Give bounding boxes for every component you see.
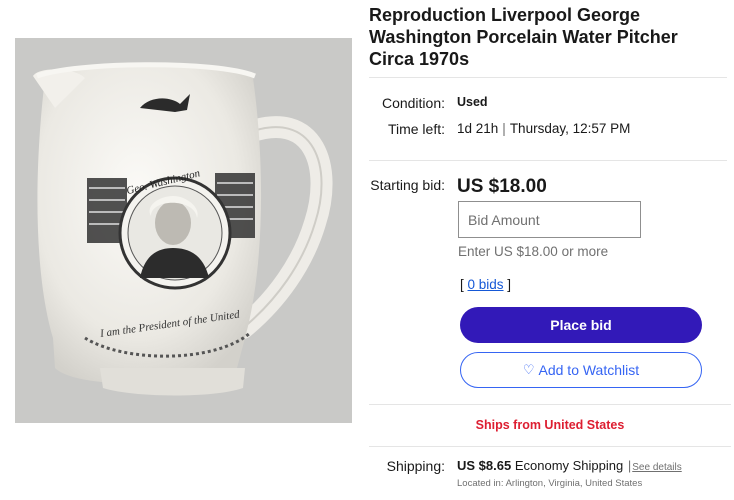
separator: | xyxy=(627,458,632,473)
starting-price: US $18.00 xyxy=(457,176,547,197)
bids-link[interactable]: 0 bids xyxy=(468,277,504,292)
shipping-method: Economy Shipping xyxy=(514,458,624,473)
time-remaining: 1d 21h xyxy=(457,121,499,136)
bid-amount-input[interactable] xyxy=(458,201,641,238)
item-location: Located in: Arlington, Virginia, United … xyxy=(457,478,643,489)
bid-hint: Enter US $18.00 or more xyxy=(458,244,609,259)
listing-panel: Reproduction Liverpool George Washington… xyxy=(369,0,731,500)
product-image[interactable]: Geo. Washington I am the President of th… xyxy=(15,38,352,423)
add-to-watchlist-button[interactable]: ♡ Add to Watchlist xyxy=(460,352,702,388)
shipping-label: Shipping: xyxy=(386,458,445,474)
condition-value: Used xyxy=(457,95,488,109)
heart-icon: ♡ xyxy=(522,362,535,377)
time-left-value: 1d 21h | Thursday, 12:57 PM xyxy=(457,121,630,136)
auction-end-time: Thursday, 12:57 PM xyxy=(509,121,631,136)
ships-from-notice: Ships from United States xyxy=(475,418,625,432)
listing-title: Reproduction Liverpool George Washington… xyxy=(369,5,678,69)
shipping-cost: US $8.65 xyxy=(457,458,512,473)
pitcher-illustration: Geo. Washington I am the President of th… xyxy=(15,38,352,423)
bid-count: [ 0 bids ] xyxy=(460,277,512,292)
see-details-link[interactable]: See details xyxy=(632,462,681,473)
time-left-label: Time left: xyxy=(387,121,445,137)
divider xyxy=(369,160,727,161)
divider xyxy=(369,446,731,447)
divider xyxy=(369,404,731,405)
shipping-info: US $8.65 Economy Shipping |See details xyxy=(457,458,682,473)
starting-bid-label: Starting bid: xyxy=(370,177,445,193)
watchlist-label: Add to Watchlist xyxy=(538,362,640,378)
condition-label: Condition: xyxy=(381,95,445,111)
separator: | xyxy=(502,121,506,136)
place-bid-button[interactable]: Place bid xyxy=(460,307,702,343)
divider xyxy=(369,77,727,78)
